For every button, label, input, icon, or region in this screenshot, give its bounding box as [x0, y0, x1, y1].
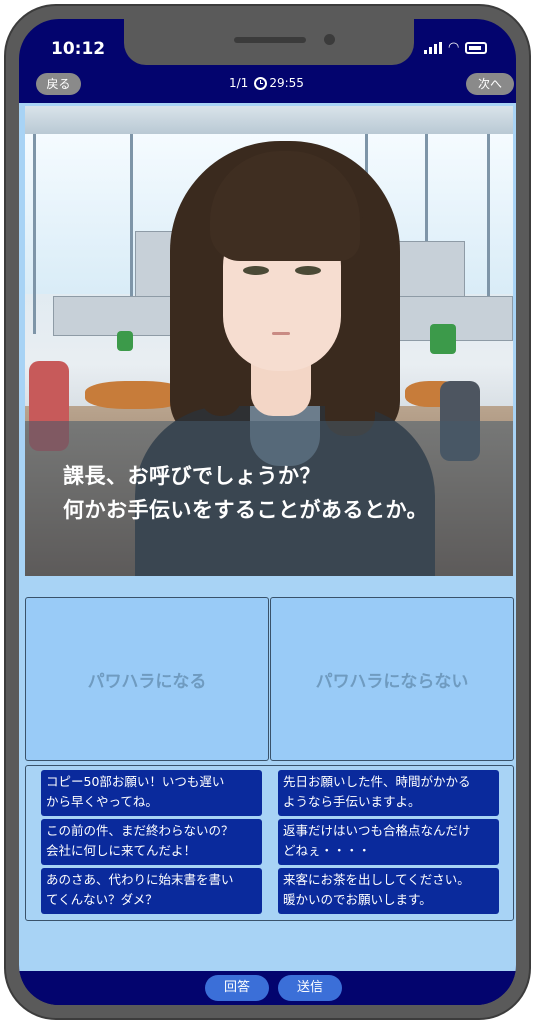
- option-card[interactable]: 来客にお茶を出ししてください。 暖かいのでお願いします。: [278, 868, 499, 914]
- speaker: [234, 37, 306, 43]
- answer-button[interactable]: 回答: [205, 975, 269, 1001]
- camera: [324, 34, 335, 45]
- status-icons: ◠: [424, 40, 488, 55]
- status-time: 10:12: [51, 39, 106, 59]
- wifi-icon: ◠: [448, 40, 460, 55]
- signal-icon: [424, 42, 442, 54]
- send-button[interactable]: 送信: [278, 975, 342, 1001]
- options-panel: コピー50部お願い！いつも遅い から早くやってね。 先日お願いした件、時間がかか…: [25, 765, 514, 921]
- chair: [430, 324, 456, 354]
- dialogue-box: 課長、お呼びでしょうか？ 何かお手伝いをすることがあるとか。: [25, 421, 513, 576]
- notch: [124, 19, 414, 65]
- screen: 10:12 ◠ 戻る 1/1 29:55 次へ 課長、お呼びでしょうか？ 何かお…: [19, 19, 516, 1005]
- option-card[interactable]: この前の件、まだ終わらないの？ 会社に何しに来てんだよ！: [41, 819, 262, 865]
- choice-power-harassment[interactable]: パワハラになる: [25, 597, 269, 761]
- character-eye: [243, 266, 269, 275]
- content-area: 課長、お呼びでしょうか？ 何かお手伝いをすることがあるとか。 パワハラになる パ…: [19, 103, 516, 971]
- progress-counter: 1/1 29:55: [229, 76, 304, 90]
- option-card[interactable]: 先日お願いした件、時間がかかる ようなら手伝いますよ。: [278, 770, 499, 816]
- clock-icon: [254, 76, 268, 90]
- window-mullion: [33, 134, 36, 334]
- chair: [117, 331, 133, 351]
- option-card[interactable]: 返事だけはいつも合格点なんだけ どねぇ・・・・: [278, 819, 499, 865]
- dialogue-text: 課長、お呼びでしょうか？ 何かお手伝いをすることがあるとか。: [63, 464, 429, 522]
- option-card[interactable]: あのさあ、代わりに始末書を書い てくんない？ダメ？: [41, 868, 262, 914]
- choice-not-power-harassment[interactable]: パワハラにならない: [270, 597, 514, 761]
- page-counter: 1/1: [229, 76, 249, 90]
- scene-image: 課長、お呼びでしょうか？ 何かお手伝いをすることがあるとか。: [25, 106, 513, 576]
- phone-frame: 10:12 ◠ 戻る 1/1 29:55 次へ 課長、お呼びでしょうか？ 何かお…: [4, 4, 531, 1020]
- next-button[interactable]: 次へ: [466, 73, 514, 95]
- option-card[interactable]: コピー50部お願い！いつも遅い から早くやってね。: [41, 770, 262, 816]
- ceiling: [25, 106, 513, 134]
- character-mouth: [272, 332, 290, 335]
- character-eye: [295, 266, 321, 275]
- timer: 29:55: [269, 76, 304, 90]
- battery-icon: [465, 42, 488, 54]
- back-button[interactable]: 戻る: [36, 73, 81, 95]
